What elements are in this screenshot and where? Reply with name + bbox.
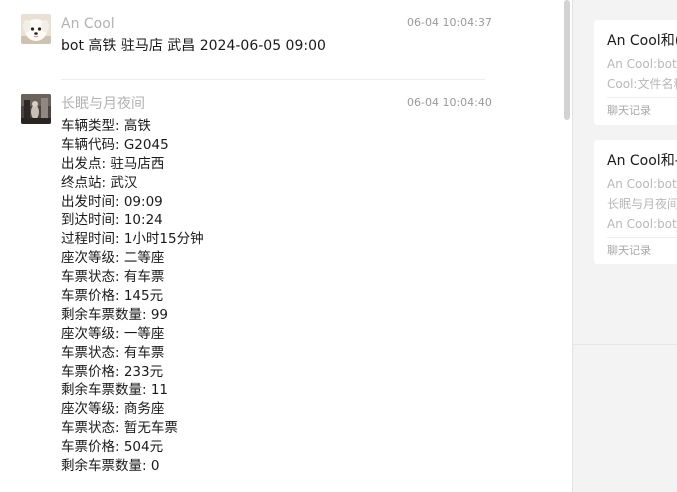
message-text[interactable]: 车辆类型: 高铁 车辆代码: G2045 出发点: 驻马店西 终点站: 武汉 出… (61, 117, 204, 476)
terminal-station-line: 终点站: 武汉 (61, 174, 138, 191)
remaining-tickets-line: 剩余车票数量: 11 (61, 382, 169, 399)
train-code-line: 车辆代码: G2045 (61, 136, 169, 153)
ticket-status-line: 车票状态: 有车票 (61, 269, 165, 286)
seat-class-line: 座次等级: 二等座 (61, 250, 165, 267)
chat-history-pane[interactable]: An Cool 06-04 10:04:37 bot 高铁 驻马店 武昌 202… (0, 0, 562, 492)
white-dog-avatar[interactable] (21, 14, 51, 44)
seat-class-line: 座次等级: 商务座 (61, 401, 165, 418)
ticket-price-line: 车票价格: 504元 (61, 439, 164, 456)
departure-station-line: 出发点: 驻马店西 (61, 155, 165, 172)
card-separator (607, 237, 677, 238)
ticket-status-line: 车票状态: 有车票 (61, 344, 165, 361)
chat-window: An Cool 06-04 10:04:37 bot 高铁 驻马店 武昌 202… (0, 0, 677, 492)
forwarded-records-panel: An Cool和( An Cool:bot Cool:文件名称 聊天记录 An … (573, 0, 677, 492)
ticket-status-line: 车票状态: 暂无车票 (61, 420, 178, 437)
card-preview-line: An Cool:bot (607, 217, 677, 231)
card-footer-label: 聊天记录 (607, 104, 651, 117)
arrival-time-line: 到达时间: 10:24 (61, 212, 163, 229)
scrollbar-thumb[interactable] (564, 0, 570, 120)
departure-time-line: 出发时间: 09:09 (61, 193, 163, 210)
seat-class-line: 座次等级: 一等座 (61, 325, 165, 342)
remaining-tickets-line: 剩余车票数量: 99 (61, 306, 169, 323)
ticket-price-line: 车票价格: 145元 (61, 288, 164, 305)
card-title: An Cool和- (607, 153, 677, 169)
message-timestamp: 06-04 10:04:37 (407, 16, 492, 29)
chat-scrollbar[interactable] (562, 0, 572, 492)
ticket-price-line: 车票价格: 233元 (61, 363, 164, 380)
panel-separator (573, 344, 677, 345)
message-timestamp: 06-04 10:04:40 (407, 96, 492, 109)
dark-scene-avatar[interactable] (21, 94, 51, 124)
message-divider (61, 79, 485, 80)
card-title: An Cool和( (607, 33, 677, 49)
remaining-tickets-line: 剩余车票数量: 0 (61, 458, 160, 475)
card-preview-line: An Cool:bot (607, 177, 677, 191)
card-preview-line: An Cool:bot (607, 57, 677, 71)
duration-line: 过程时间: 1小时15分钟 (61, 231, 204, 248)
chat-record-card[interactable]: An Cool和- An Cool:bot 长眠与月夜间 An Cool:bot… (594, 140, 677, 264)
sender-name: 长眠与月夜间 (61, 96, 145, 112)
card-separator (607, 97, 677, 98)
card-preview-line: Cool:文件名称 (607, 77, 677, 91)
message-text[interactable]: bot 高铁 驻马店 武昌 2024-06-05 09:00 (61, 37, 326, 56)
train-type-line: 车辆类型: 高铁 (61, 118, 151, 134)
card-preview-line: 长眠与月夜间 (607, 197, 677, 211)
sender-name: An Cool (61, 16, 115, 32)
chat-record-card[interactable]: An Cool和( An Cool:bot Cool:文件名称 聊天记录 (594, 20, 677, 125)
card-footer-label: 聊天记录 (607, 244, 651, 257)
